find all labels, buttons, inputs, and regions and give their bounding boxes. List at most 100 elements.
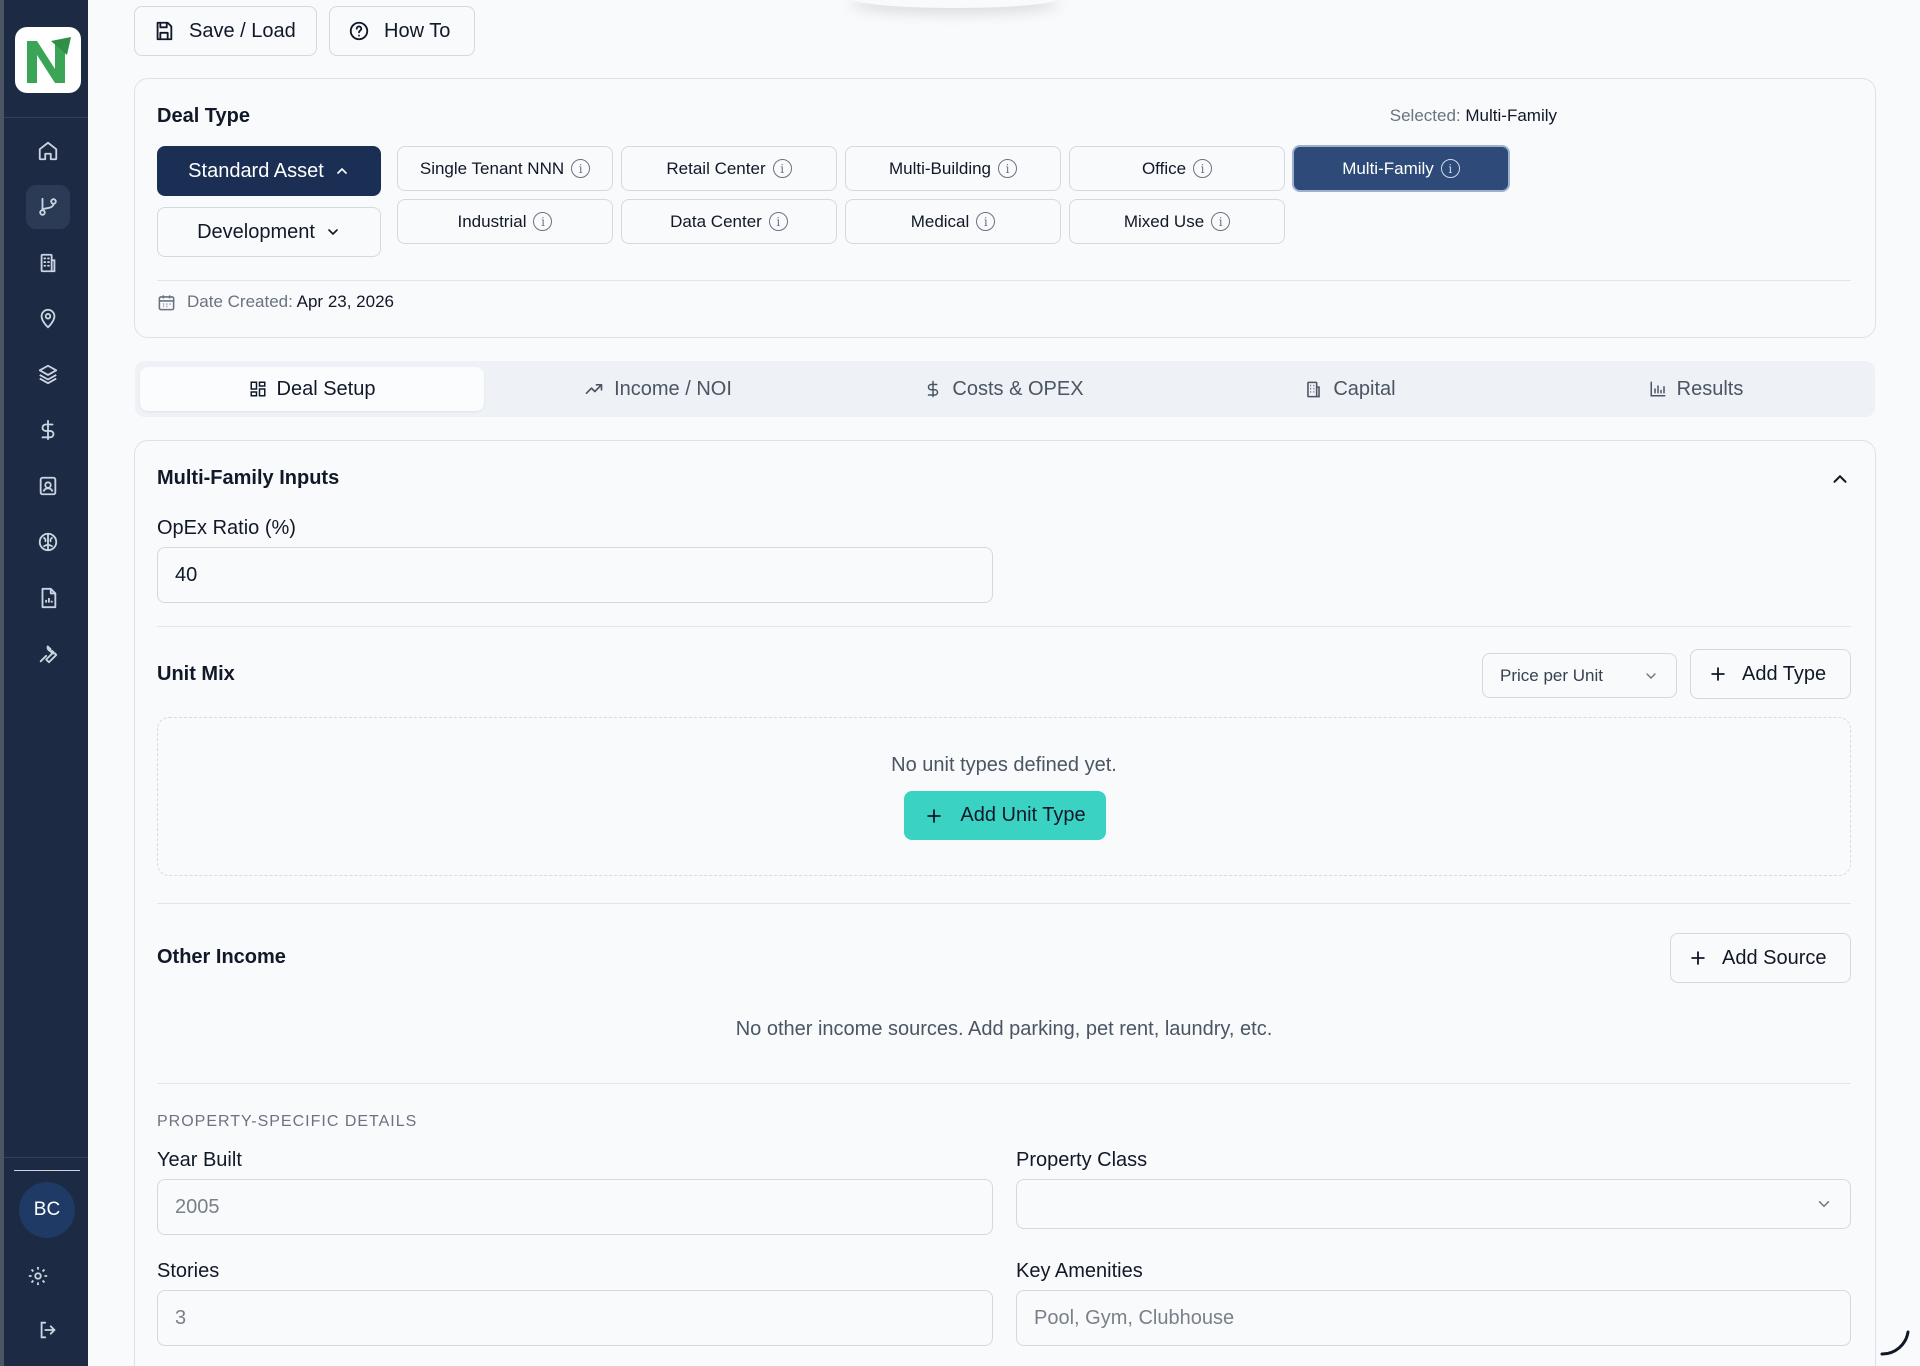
tab-deal-setup[interactable]: Deal Setup (140, 367, 484, 411)
selected-deal-type: Selected: Multi-Family (1390, 106, 1557, 126)
grid-icon (250, 381, 266, 397)
property-class-select[interactable] (1016, 1179, 1851, 1229)
how-to-button[interactable]: How To (329, 6, 475, 56)
chip-label: Multi-Building (888, 158, 992, 178)
chip-label: Multi-Family (1342, 158, 1434, 178)
nav-finance[interactable] (26, 408, 70, 452)
chip-label: Industrial (457, 211, 527, 231)
key-amenities-label: Key Amenities (1016, 1260, 1143, 1282)
tab-results[interactable]: Results (1524, 367, 1868, 411)
opex-ratio-value: 40 (175, 563, 198, 586)
trending-up-icon (585, 384, 603, 394)
divider (157, 903, 1851, 904)
toast-shadow (850, 0, 1060, 8)
development-button[interactable]: Development (157, 207, 381, 257)
key-amenities-input[interactable]: Pool, Gym, Clubhouse (1016, 1290, 1851, 1346)
add-unit-type-button[interactable]: Add Unit Type (904, 791, 1106, 840)
price-mode-select[interactable]: Price per Unit (1482, 653, 1677, 698)
nav-layers[interactable] (26, 352, 70, 396)
info-icon[interactable]: i (998, 159, 1018, 178)
deal-type-chip[interactable]: Office i (1069, 146, 1285, 191)
deal-type-chip[interactable]: Medical i (845, 199, 1061, 244)
info-icon[interactable]: i (768, 212, 788, 231)
nav-ai[interactable] (26, 520, 70, 564)
plus-icon (1711, 667, 1725, 681)
tab-label: Results (1676, 377, 1744, 400)
deal-type-chip[interactable]: Industrial i (397, 199, 613, 244)
sidebar-divider (4, 1157, 88, 1158)
nav-home[interactable] (26, 129, 70, 173)
report-icon (41, 587, 57, 609)
info-icon[interactable]: i (533, 212, 553, 231)
nav-locations[interactable] (26, 297, 70, 341)
info-icon[interactable]: i (1211, 212, 1231, 231)
info-icon[interactable]: i (1193, 159, 1213, 178)
date-created: Date Created: Apr 23, 2026 (157, 292, 394, 312)
how-to-label: How To (384, 19, 451, 42)
bar-chart-icon (1650, 381, 1666, 397)
nav-logout[interactable] (26, 1308, 70, 1352)
info-icon[interactable]: i (976, 212, 996, 231)
key-amenities-placeholder: Pool, Gym, Clubhouse (1034, 1306, 1235, 1329)
divider (157, 626, 1851, 627)
add-source-button[interactable]: Add Source (1670, 933, 1851, 983)
chip-label: Retail Center (666, 158, 766, 178)
year-built-placeholder: 2005 (175, 1195, 220, 1218)
stories-label: Stories (157, 1260, 220, 1282)
add-type-button[interactable]: Add Type (1690, 649, 1851, 699)
tab-label: Deal Setup (276, 377, 376, 400)
map-pin-icon (40, 308, 56, 329)
app-logo[interactable] (15, 27, 81, 93)
tab-label: Costs & OPEX (952, 377, 1084, 400)
info-icon[interactable]: i (772, 159, 792, 178)
tab-capital[interactable]: Capital (1178, 367, 1522, 411)
tab-costs-opex[interactable]: Costs & OPEX (832, 367, 1176, 411)
nav-tools[interactable] (26, 632, 70, 676)
section-tabs: Deal Setup Income / NOI Costs & OPEX Cap… (135, 361, 1875, 417)
collapse-button[interactable] (1829, 468, 1851, 490)
development-label: Development (197, 220, 315, 243)
chip-label: Mixed Use (1123, 211, 1205, 231)
layers-icon (38, 364, 58, 385)
settings-icon (28, 1266, 48, 1286)
deal-type-chip[interactable]: Multi-Building i (845, 146, 1061, 191)
deal-type-chip[interactable]: Mixed Use i (1069, 199, 1285, 244)
add-source-label: Add Source (1722, 946, 1827, 969)
sidebar-divider (14, 1170, 80, 1171)
info-icon[interactable]: i (1440, 159, 1460, 178)
property-class-label: Property Class (1016, 1149, 1148, 1171)
chevron-up-icon (336, 167, 347, 174)
standard-asset-button[interactable]: Standard Asset (157, 146, 381, 196)
stories-input[interactable]: 3 (157, 1290, 993, 1346)
loading-spinner (1878, 1324, 1912, 1358)
stories-placeholder: 3 (175, 1306, 187, 1329)
save-load-button[interactable]: Save / Load (134, 6, 317, 56)
deal-type-chip[interactable]: Single Tenant NNN i (397, 146, 613, 191)
deal-type-chip-selected[interactable]: Multi-Family i (1292, 145, 1510, 192)
nav-reports[interactable] (26, 576, 70, 620)
unit-mix-title: Unit Mix (157, 663, 235, 685)
info-icon[interactable]: i (571, 159, 591, 178)
nav-deals[interactable] (26, 185, 70, 229)
deal-type-chip[interactable]: Retail Center i (621, 146, 837, 191)
year-built-input[interactable]: 2005 (157, 1179, 993, 1235)
deal-type-chip[interactable]: Data Center i (621, 199, 837, 244)
nav-contacts[interactable] (26, 464, 70, 508)
selected-label: Selected: (1389, 106, 1461, 125)
deal-type-title: Deal Type (157, 105, 250, 127)
chip-label: Single Tenant NNN (419, 158, 565, 178)
tab-income-noi[interactable]: Income / NOI (486, 367, 830, 411)
brain-icon (38, 532, 58, 552)
user-avatar[interactable]: BC (19, 1182, 75, 1238)
dollar-icon (41, 419, 55, 441)
chevron-down-icon (1646, 672, 1656, 679)
opex-ratio-input[interactable]: 40 (157, 547, 993, 603)
save-icon (156, 21, 173, 41)
other-income-title: Other Income (157, 946, 286, 968)
spinner-icon (1880, 1330, 1910, 1356)
nav-settings[interactable] (16, 1254, 60, 1298)
nav-properties[interactable] (26, 241, 70, 285)
date-value: Apr 23, 2026 (296, 292, 394, 311)
plus-icon (1691, 951, 1705, 965)
add-unit-type-label: Add Unit Type (960, 804, 1086, 826)
